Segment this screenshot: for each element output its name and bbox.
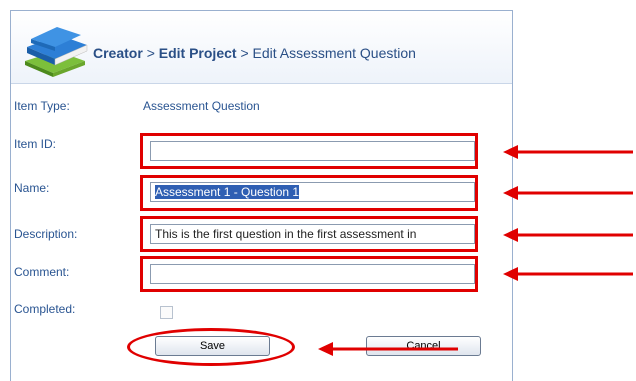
- red-arrow-left-icon: [503, 228, 633, 242]
- red-arrow-left-icon: [318, 342, 458, 356]
- red-arrow-left-icon: [503, 145, 633, 159]
- annotation-arrows: [318, 145, 633, 356]
- red-arrow-left-icon: [503, 186, 633, 200]
- red-arrow-left-icon: [503, 267, 633, 281]
